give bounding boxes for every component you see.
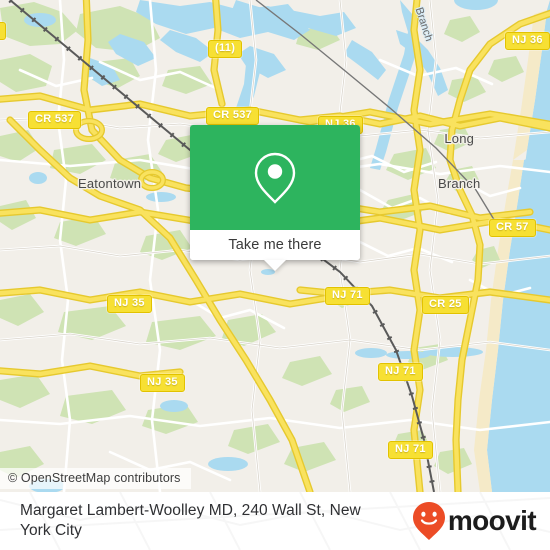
moovit-logo[interactable]: moovit (412, 501, 537, 541)
moovit-wordmark: moovit (447, 505, 537, 536)
callout-tail-triangle (264, 260, 286, 271)
road-shield-nj71-m[interactable]: NJ 71 (378, 363, 423, 381)
road-shield-nj71-n[interactable]: NJ 71 (325, 287, 370, 305)
road-shield-cr537-w[interactable]: CR 537 (28, 111, 82, 129)
road-shield-11[interactable]: (11) (208, 40, 243, 58)
footer-bar: Margaret Lambert-Woolley MD, 240 Wall St… (0, 492, 550, 550)
road-shield-edge-clipped[interactable]: ) (0, 22, 6, 40)
road-shield-nj35-n[interactable]: NJ 35 (107, 295, 152, 313)
page-title: Margaret Lambert-Woolley MD, 240 Wall St… (20, 502, 361, 539)
callout-pin-area (190, 125, 360, 230)
road-shield-nj35-s[interactable]: NJ 35 (140, 374, 185, 392)
callout-button-area[interactable]: Take me there (190, 230, 360, 271)
road-shield-nj36-e[interactable]: NJ 36 (505, 32, 550, 50)
take-me-there-label: Take me there (228, 237, 322, 253)
moovit-smiley-pin-icon (412, 502, 445, 540)
map-pin-icon (254, 152, 296, 204)
road-shield-cr25[interactable]: CR 25 (422, 296, 469, 314)
osm-attribution[interactable]: © OpenStreetMap contributors (0, 468, 191, 489)
destination-callout[interactable]: Take me there (190, 125, 360, 271)
moovit-map-page: Eatontown Long Branch Branch (11) CR 537… (0, 0, 550, 550)
road-shield-cr57[interactable]: CR 57 (489, 219, 536, 237)
road-shield-nj71-s[interactable]: NJ 71 (388, 441, 433, 459)
map-canvas[interactable]: Eatontown Long Branch Branch (11) CR 537… (0, 0, 550, 492)
road-shield-cr537-c[interactable]: CR 537 (206, 107, 260, 125)
footer-content: Margaret Lambert-Woolley MD, 240 Wall St… (0, 492, 550, 550)
